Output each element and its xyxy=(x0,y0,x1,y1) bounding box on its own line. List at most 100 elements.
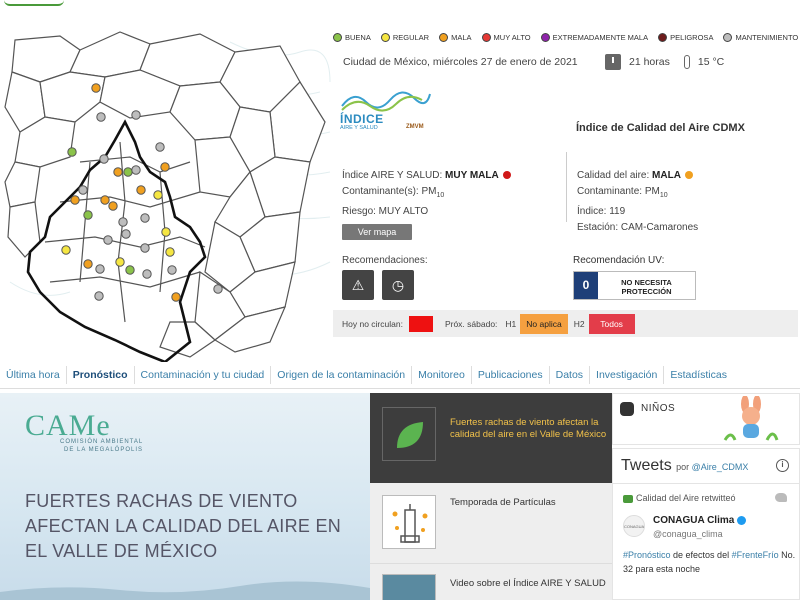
nav-item[interactable]: Datos xyxy=(550,366,591,384)
station-marker[interactable] xyxy=(125,265,135,275)
avatar[interactable]: CONAGUA xyxy=(623,515,645,537)
legend-item: EXTREMADAMENTE MALA xyxy=(540,32,648,42)
contaminantes-value: PM xyxy=(421,186,437,197)
station-marker[interactable] xyxy=(96,112,106,122)
station-marker[interactable] xyxy=(131,165,141,175)
hoy-label: Hoy no circulan: xyxy=(342,318,403,329)
tweets-account-link[interactable]: @Aire_CDMX xyxy=(692,462,749,472)
current-hour: 21 horas xyxy=(629,56,670,68)
h1-value: No aplica xyxy=(520,313,568,334)
news-title[interactable]: Fuertes rachas de viento afectan la cali… xyxy=(450,417,610,441)
verified-badge-icon xyxy=(737,515,747,525)
station-marker[interactable] xyxy=(153,190,163,200)
news-title[interactable]: Video sobre el Índice AIRE Y SALUD xyxy=(450,578,610,590)
indice-value: MUY MALA xyxy=(445,170,499,181)
station-marker[interactable] xyxy=(83,210,93,220)
bunny-mascot-icon xyxy=(723,396,779,441)
nav-item[interactable]: Última hora xyxy=(0,366,67,384)
nav-item[interactable]: Origen de la contaminación xyxy=(271,366,413,384)
legend-item: PELIGROSA xyxy=(658,32,713,42)
station-marker[interactable] xyxy=(136,185,146,195)
station-marker[interactable] xyxy=(103,235,113,245)
station-marker[interactable] xyxy=(160,162,170,172)
hero-banner[interactable]: CAMe COMISIÓN AMBIENTAL DE LA MEGALÓPOLI… xyxy=(0,393,370,600)
contaminantes-row: Contaminante(s): PM10 xyxy=(342,184,562,204)
current-temperature: 15 °C xyxy=(697,56,725,68)
legend-item: MANTENIMIENTO xyxy=(723,32,798,42)
station-marker[interactable] xyxy=(121,229,131,239)
owl-icon xyxy=(620,402,634,416)
station-marker[interactable] xyxy=(100,195,110,205)
map-svg[interactable] xyxy=(0,22,332,362)
panel-title: Índice de Calidad del Aire CDMX xyxy=(576,122,745,134)
news-title[interactable]: Temporada de Partículas xyxy=(450,497,610,509)
page: BUENA REGULAR MALA MUY ALTO EXTREMADAMENTE M… xyxy=(0,0,800,600)
station-marker[interactable] xyxy=(161,227,171,237)
station-marker[interactable] xyxy=(131,110,141,120)
tweet-body: #Pronóstico de efectos del #FrenteFrío N… xyxy=(623,548,798,576)
uv-recommendation[interactable]: 0 NO NECESITA PROTECCIÓN xyxy=(573,271,696,300)
station-marker[interactable] xyxy=(165,247,175,257)
tweet-user-handle[interactable]: @conagua_clima xyxy=(653,529,723,539)
indice-aire-salud-logo[interactable]: ÍNDICE AIRE Y SALUD ZMVM xyxy=(340,88,432,134)
site-logo-fragment[interactable] xyxy=(4,0,64,6)
hoy-no-circula-bar: Hoy no circulan: Próx. sábado: H1 No apl… xyxy=(333,310,798,337)
station-marker[interactable] xyxy=(99,154,109,164)
station-marker[interactable] xyxy=(78,185,88,195)
aire-salud-summary: Índice AIRE Y SALUD: MUY MALA Contaminan… xyxy=(342,168,562,241)
nav-item[interactable]: Publicaciones xyxy=(472,366,550,384)
info-icon[interactable]: i xyxy=(776,459,789,472)
twitter-bird-icon[interactable] xyxy=(775,493,787,502)
legend-dot-icon xyxy=(658,32,668,42)
h1-label: H1 xyxy=(505,318,517,329)
station-marker[interactable] xyxy=(167,265,177,275)
tweet-user-name[interactable]: CONAGUA Clima xyxy=(653,515,747,526)
came-logo-sub2: DE LA MEGALÓPOLIS xyxy=(64,447,144,453)
news-item[interactable]: Video sobre el Índice AIRE Y SALUD xyxy=(370,563,612,600)
station-marker[interactable] xyxy=(171,292,181,302)
cycling-clock-icon[interactable]: ◷ xyxy=(382,270,414,300)
station-marker[interactable] xyxy=(91,83,101,93)
station-marker[interactable] xyxy=(61,245,71,255)
tweets-by-word: por xyxy=(676,462,690,472)
caution-outdoor-activity-icon[interactable]: ⚠ xyxy=(342,270,374,300)
station-marker[interactable] xyxy=(140,213,150,223)
uv-index-value: 0 xyxy=(574,272,598,299)
nav-item[interactable]: Investigación xyxy=(590,366,665,384)
stations-map[interactable] xyxy=(0,22,332,362)
station-marker[interactable] xyxy=(70,195,80,205)
station-marker[interactable] xyxy=(113,167,123,177)
station-marker[interactable] xyxy=(155,142,165,152)
h2-label: H2 xyxy=(573,318,585,329)
legend-label: MALA xyxy=(451,32,472,42)
nav-item[interactable]: Contaminación y tu ciudad xyxy=(135,366,272,384)
station-marker[interactable] xyxy=(142,269,152,279)
ninos-label: NIÑOS xyxy=(641,403,676,414)
station-marker[interactable] xyxy=(115,257,125,267)
station-marker[interactable] xyxy=(118,217,128,227)
station-marker[interactable] xyxy=(67,147,77,157)
ver-mapa-button[interactable]: Ver mapa xyxy=(342,224,412,240)
tweets-widget: Tweets por @Aire_CDMX i Calidad del Aire… xyxy=(612,448,800,600)
ninos-card[interactable]: NIÑOS xyxy=(612,393,800,445)
legend-dot-icon xyxy=(380,32,390,42)
news-item[interactable]: Temporada de Partículas xyxy=(370,483,612,563)
station-marker[interactable] xyxy=(95,264,105,274)
nav-item[interactable]: Monitoreo xyxy=(412,366,472,384)
nav-item[interactable]: Pronóstico xyxy=(67,366,135,384)
hashtag-link[interactable]: #Pronóstico xyxy=(623,550,671,560)
nav-item[interactable]: Estadísticas xyxy=(664,366,733,384)
station-marker[interactable] xyxy=(140,243,150,253)
legend-item: REGULAR xyxy=(380,32,429,42)
contaminantes-label: Contaminante(s): xyxy=(342,186,419,197)
status-dot-icon xyxy=(502,171,511,180)
news-item[interactable]: Fuertes rachas de viento afectan la cali… xyxy=(370,393,612,483)
station-marker[interactable] xyxy=(108,201,118,211)
retweet-icon xyxy=(623,494,633,503)
calidad-row: Calidad del aire: MALA xyxy=(577,168,792,184)
hashtag-link[interactable]: #FrenteFrío xyxy=(732,550,779,560)
station-marker[interactable] xyxy=(83,259,93,269)
station-marker[interactable] xyxy=(94,291,104,301)
station-marker[interactable] xyxy=(213,284,223,294)
station-marker[interactable] xyxy=(123,167,133,177)
